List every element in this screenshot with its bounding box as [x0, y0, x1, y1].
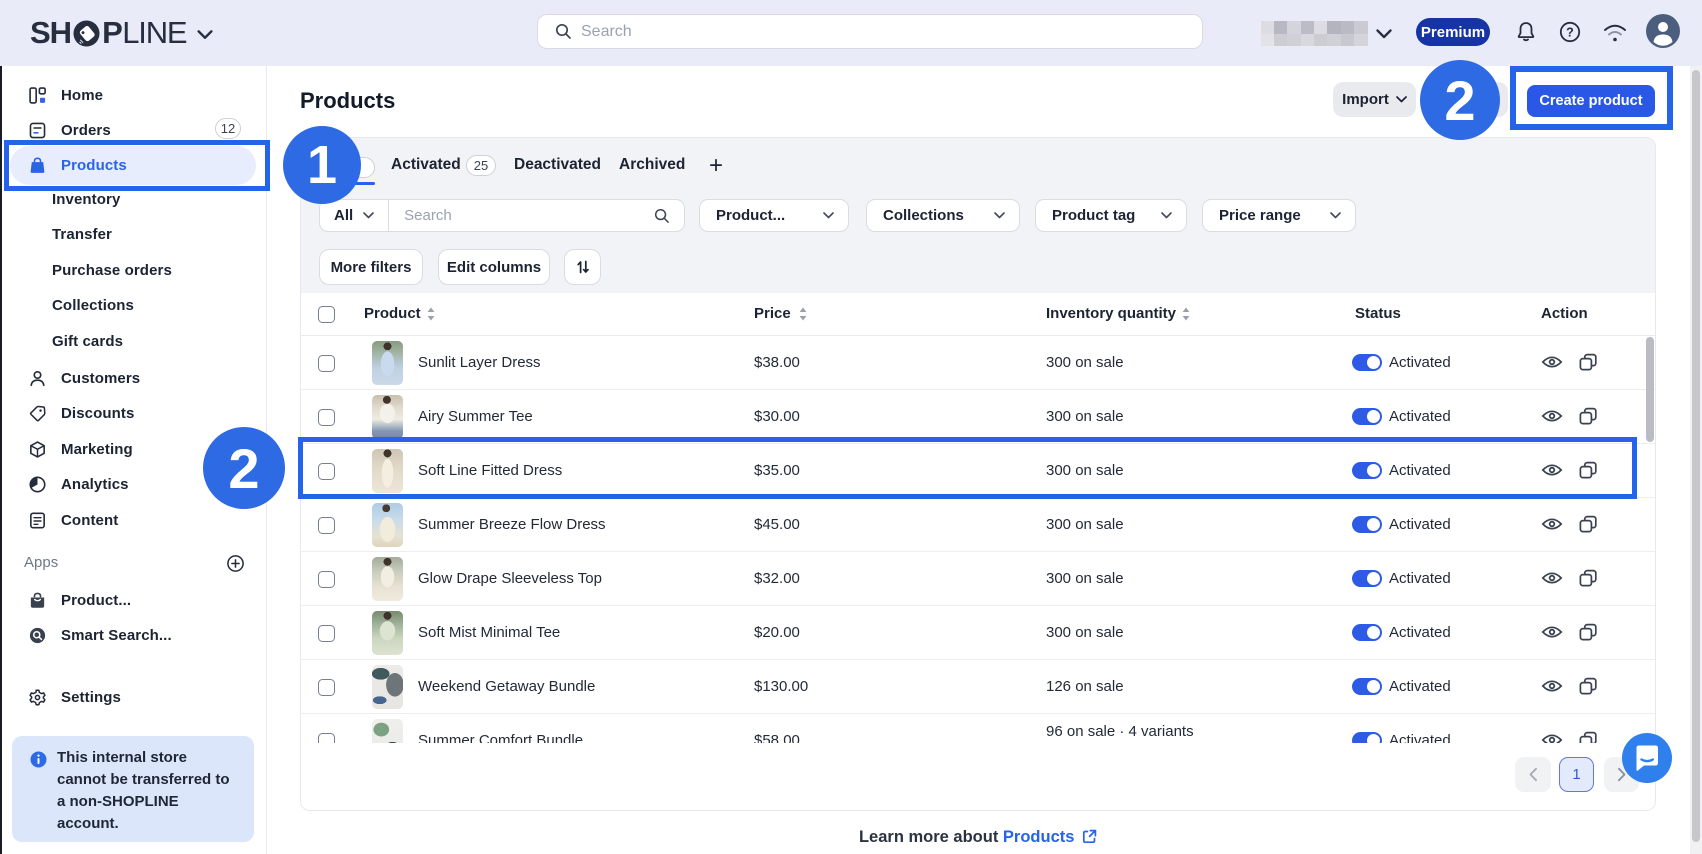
- svg-text:?: ?: [1566, 25, 1574, 39]
